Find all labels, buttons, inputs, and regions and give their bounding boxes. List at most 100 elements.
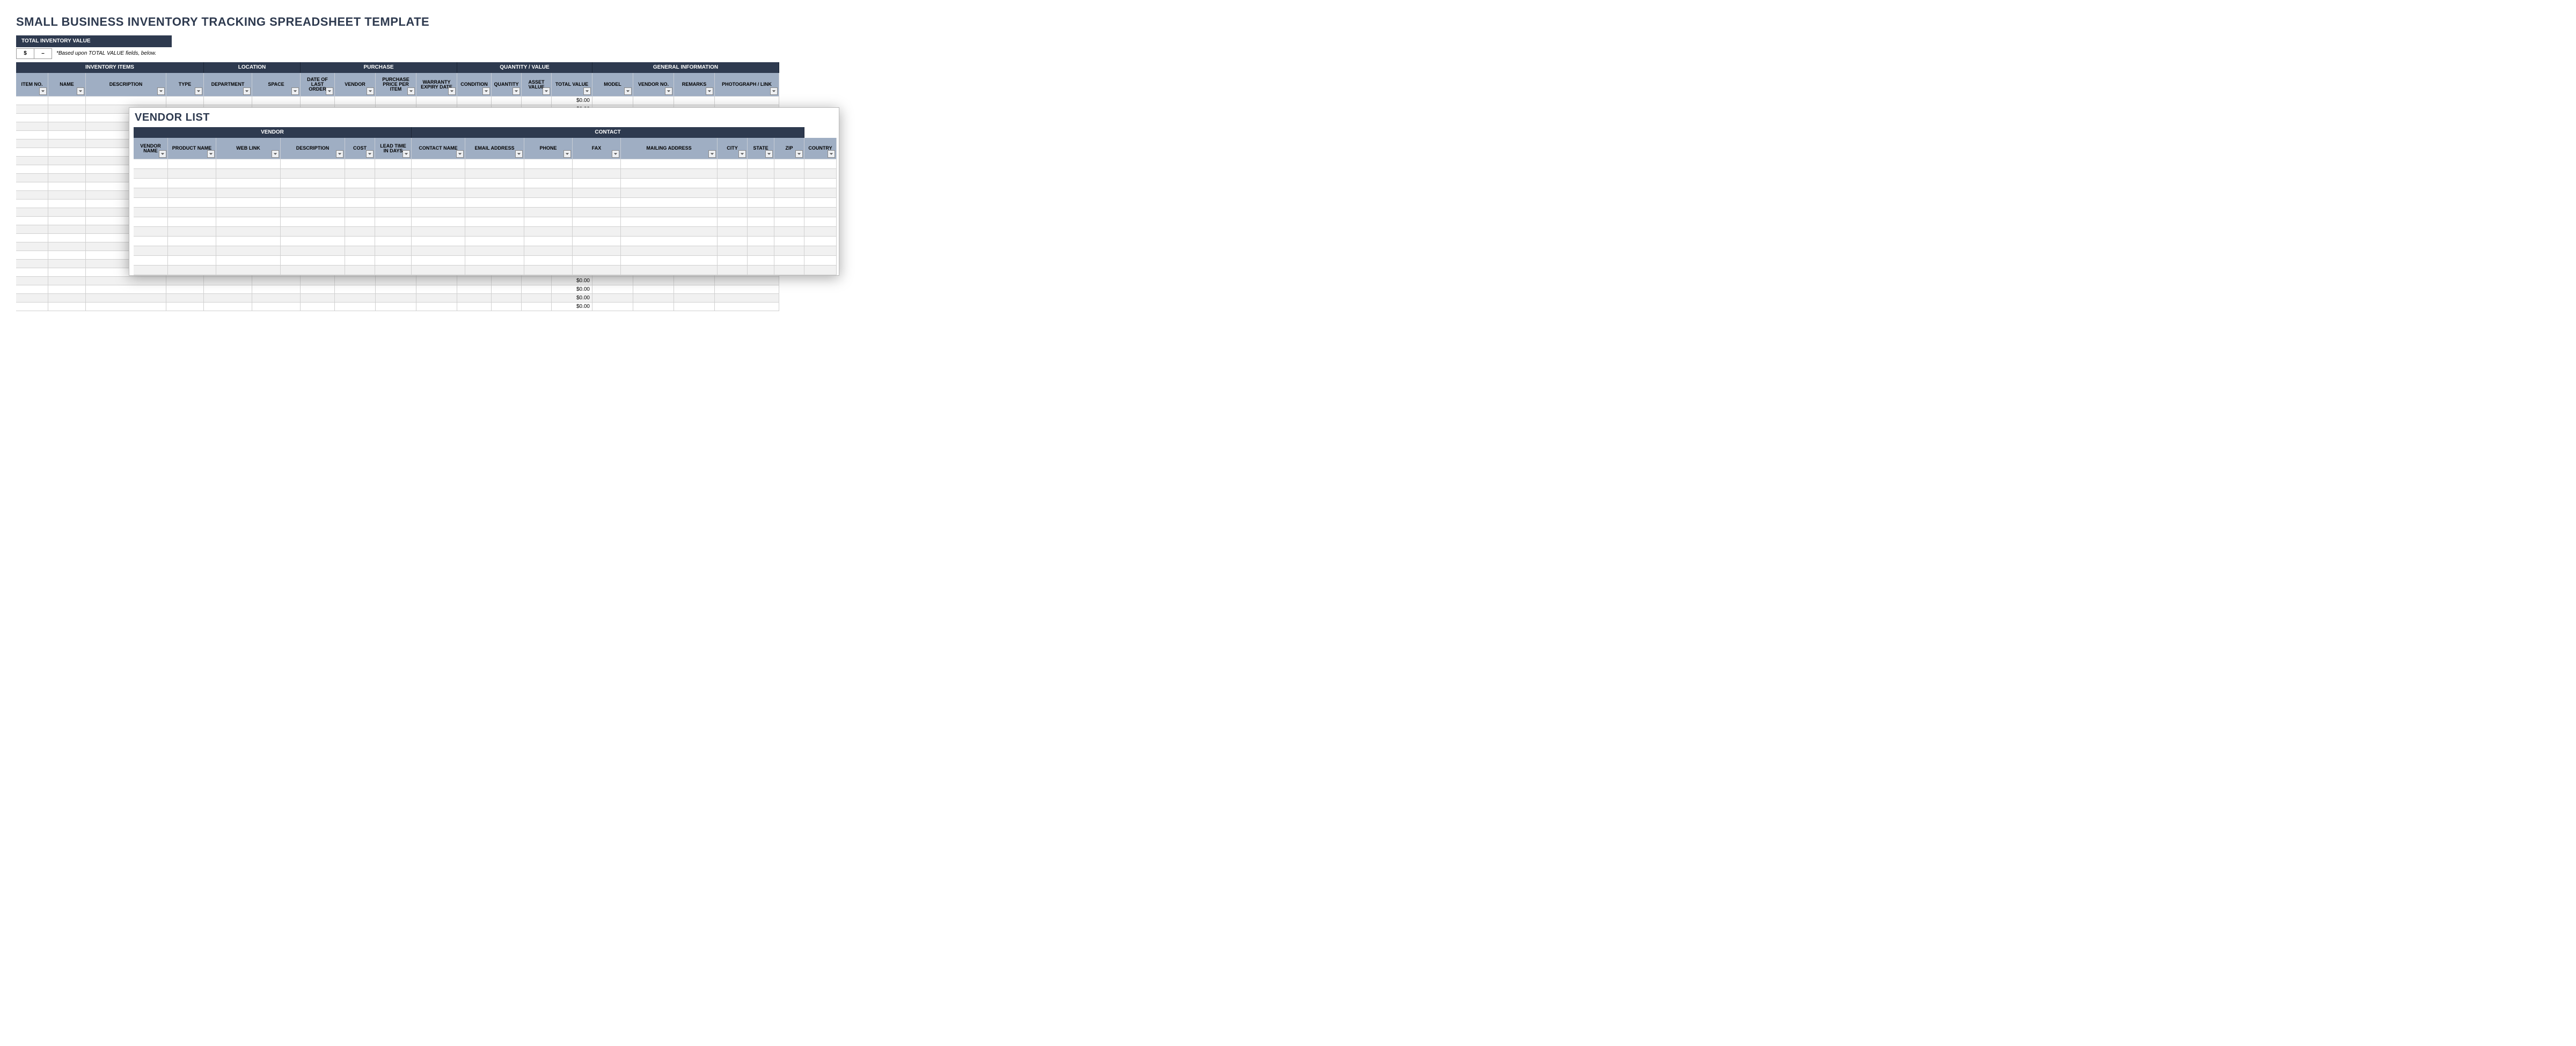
filter-dropdown-icon[interactable] [367, 87, 374, 95]
cell[interactable] [345, 237, 375, 246]
cell[interactable] [457, 277, 492, 285]
cell[interactable] [48, 182, 86, 191]
cell[interactable] [375, 198, 412, 208]
column-header[interactable]: SPACE [252, 73, 301, 97]
filter-dropdown-icon[interactable] [738, 150, 746, 158]
cell[interactable] [375, 266, 412, 275]
cell[interactable] [718, 159, 748, 169]
cell[interactable] [524, 188, 573, 198]
cell[interactable] [804, 198, 837, 208]
cell[interactable] [48, 285, 86, 294]
cell[interactable] [48, 303, 86, 311]
cell[interactable] [86, 277, 166, 285]
cell[interactable] [204, 303, 252, 311]
filter-dropdown-icon[interactable] [708, 150, 716, 158]
cell[interactable] [804, 256, 837, 266]
cell[interactable] [748, 246, 774, 256]
cell[interactable] [573, 217, 621, 227]
column-header[interactable]: LEAD TIME IN DAYS [375, 138, 412, 159]
filter-dropdown-icon[interactable] [456, 150, 464, 158]
cell[interactable] [204, 277, 252, 285]
cell[interactable] [774, 246, 804, 256]
cell[interactable] [633, 294, 674, 303]
cell[interactable] [168, 159, 216, 169]
filter-dropdown-icon[interactable] [765, 150, 773, 158]
cell[interactable] [16, 122, 48, 131]
cell[interactable] [301, 294, 335, 303]
cell[interactable] [375, 237, 412, 246]
cell[interactable] [376, 277, 416, 285]
filter-dropdown-icon[interactable] [828, 150, 835, 158]
cell[interactable] [412, 179, 465, 188]
cell[interactable] [16, 242, 48, 251]
cell[interactable] [375, 256, 412, 266]
cell[interactable] [522, 285, 552, 294]
cell[interactable] [16, 157, 48, 165]
cell[interactable] [715, 285, 779, 294]
column-header[interactable]: DEPARTMENT [204, 73, 252, 97]
cell[interactable] [301, 97, 335, 105]
cell[interactable] [216, 237, 281, 246]
cell[interactable] [524, 198, 573, 208]
cell[interactable] [412, 159, 465, 169]
cell[interactable] [216, 208, 281, 217]
cell[interactable] [168, 208, 216, 217]
cell[interactable] [16, 268, 48, 277]
cell[interactable] [48, 208, 86, 217]
cell[interactable] [573, 227, 621, 237]
cell[interactable] [86, 97, 166, 105]
cell[interactable] [86, 285, 166, 294]
cell[interactable] [718, 256, 748, 266]
column-header[interactable]: CONDITION [457, 73, 492, 97]
filter-dropdown-icon[interactable] [513, 87, 520, 95]
cell[interactable] [48, 225, 86, 234]
cell[interactable] [621, 256, 718, 266]
cell[interactable] [748, 266, 774, 275]
cell[interactable] [281, 227, 345, 237]
cell[interactable] [134, 246, 168, 256]
cell[interactable] [335, 97, 376, 105]
filter-dropdown-icon[interactable] [706, 87, 713, 95]
cell[interactable] [281, 169, 345, 179]
filter-dropdown-icon[interactable] [770, 87, 778, 95]
filter-dropdown-icon[interactable] [207, 150, 215, 158]
cell[interactable] [168, 266, 216, 275]
cell[interactable] [48, 114, 86, 122]
column-header[interactable]: WEB LINK [216, 138, 281, 159]
filter-dropdown-icon[interactable] [543, 87, 550, 95]
cell[interactable] [621, 188, 718, 198]
cell[interactable] [412, 266, 465, 275]
filter-dropdown-icon[interactable] [795, 150, 803, 158]
cell[interactable] [16, 251, 48, 260]
cell[interactable] [134, 169, 168, 179]
column-header[interactable]: PHOTOGRAPH / LINK [715, 73, 779, 97]
cell[interactable] [335, 277, 376, 285]
cell[interactable] [412, 188, 465, 198]
cell[interactable] [774, 266, 804, 275]
cell[interactable] [573, 246, 621, 256]
cell[interactable] [48, 260, 86, 268]
cell[interactable] [492, 285, 522, 294]
cell[interactable] [48, 139, 86, 148]
cell[interactable] [621, 217, 718, 227]
column-header[interactable]: VENDOR NAME [134, 138, 168, 159]
cell[interactable] [204, 285, 252, 294]
cell[interactable] [804, 227, 837, 237]
cell[interactable] [48, 97, 86, 105]
column-header[interactable]: PHONE [524, 138, 573, 159]
filter-dropdown-icon[interactable] [77, 87, 84, 95]
cell[interactable] [252, 97, 301, 105]
cell[interactable] [168, 198, 216, 208]
cell[interactable] [281, 179, 345, 188]
cell[interactable] [715, 303, 779, 311]
column-header[interactable]: COST [345, 138, 375, 159]
cell[interactable] [674, 277, 715, 285]
cell[interactable] [522, 97, 552, 105]
cell[interactable] [134, 217, 168, 227]
cell[interactable] [524, 169, 573, 179]
cell[interactable] [168, 256, 216, 266]
cell[interactable]: $0.00 [552, 277, 592, 285]
cell[interactable] [774, 208, 804, 217]
cell[interactable] [134, 237, 168, 246]
cell[interactable] [281, 208, 345, 217]
